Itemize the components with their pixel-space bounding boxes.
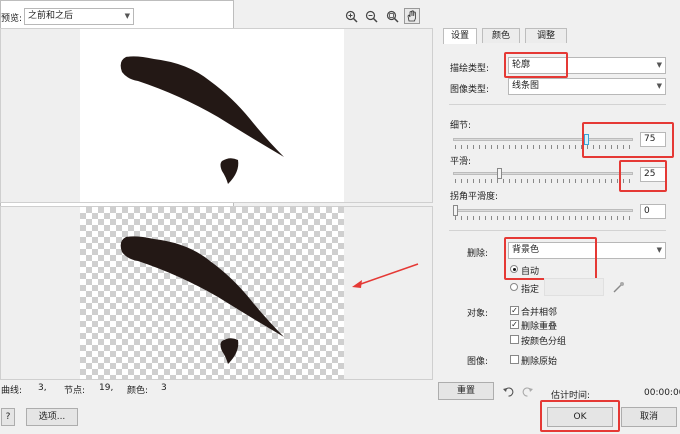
reset-button[interactable]: 重置 xyxy=(438,382,494,400)
smooth-slider-ticks xyxy=(455,179,631,183)
image-type-label: 图像类型: xyxy=(450,85,490,95)
tab-adjust[interactable]: 调整 xyxy=(525,28,567,43)
preview-before-canvas xyxy=(80,29,344,202)
highlight-delete xyxy=(504,237,597,280)
nodes-value: 19, xyxy=(99,383,114,393)
tab-colors[interactable]: 颜色 xyxy=(482,28,520,43)
preview-label: 预览: xyxy=(1,14,23,24)
merge-adjacent-checkbox[interactable]: ✓ xyxy=(510,306,519,315)
chevron-down-icon: ▼ xyxy=(656,82,662,90)
brush-stroke-image xyxy=(120,56,284,184)
highlight-trace-type xyxy=(504,52,568,78)
merge-adjacent-label: 合并相邻 xyxy=(521,308,558,318)
delete-original-label: 删除原始 xyxy=(521,357,558,367)
chevron-down-icon: ▼ xyxy=(124,12,130,20)
trace-type-label: 描绘类型: xyxy=(450,64,490,74)
delete-original-checkbox[interactable] xyxy=(510,355,519,364)
cancel-button[interactable]: 取消 xyxy=(621,407,677,427)
corner-value-input[interactable]: 0 xyxy=(640,204,666,219)
remove-overlap-label: 删除重叠 xyxy=(521,322,558,332)
preview-after-pane[interactable] xyxy=(0,206,433,380)
image-type-value: 线条图 xyxy=(512,81,540,91)
curves-value: 3, xyxy=(38,383,47,393)
corner-smoothness-label: 拐角平滑度: xyxy=(450,192,499,202)
specify-label: 指定 xyxy=(521,285,540,295)
nodes-label: 节点: xyxy=(64,386,86,396)
image-type-select[interactable]: 线条图 ▼ xyxy=(508,78,666,95)
remove-overlap-checkbox[interactable]: ✓ xyxy=(510,320,519,329)
hand-icon[interactable] xyxy=(404,8,420,24)
highlight-ok xyxy=(540,400,620,432)
group-by-color-label: 按颜色分组 xyxy=(521,337,567,347)
zoom-out-icon[interactable] xyxy=(363,8,379,24)
smooth-label: 平滑: xyxy=(450,157,472,167)
detail-label: 细节: xyxy=(450,121,472,131)
color-swatch[interactable] xyxy=(544,278,604,296)
corner-slider-track[interactable] xyxy=(453,209,633,212)
preview-mode-value: 之前和之后 xyxy=(28,11,74,21)
preview-after-canvas xyxy=(80,207,344,379)
colors-value: 3 xyxy=(161,383,167,393)
estimate-value: 00:00:00 xyxy=(644,388,680,398)
eyedropper-icon[interactable] xyxy=(612,281,625,297)
chevron-down-icon: ▼ xyxy=(656,61,662,69)
annotation-arrow-icon xyxy=(352,263,419,288)
smooth-slider-thumb[interactable] xyxy=(496,168,502,179)
corner-slider-ticks xyxy=(455,216,631,220)
image-label: 图像: xyxy=(467,357,489,367)
colors-label: 颜色: xyxy=(127,386,149,396)
help-button[interactable]: ? xyxy=(1,408,15,426)
delete-label: 删除: xyxy=(467,249,489,259)
zoom-fit-icon[interactable] xyxy=(384,8,400,24)
tab-settings[interactable]: 设置 xyxy=(443,28,477,44)
traced-stroke-image xyxy=(120,236,284,364)
corner-slider-thumb[interactable] xyxy=(453,205,458,216)
separator xyxy=(449,230,666,231)
redo-icon[interactable] xyxy=(521,385,534,401)
chevron-down-icon: ▼ xyxy=(656,246,662,254)
highlight-smooth xyxy=(619,160,667,192)
separator xyxy=(449,104,666,105)
curves-label: 曲线: xyxy=(1,386,23,396)
smooth-slider-track[interactable] xyxy=(453,172,633,175)
options-button[interactable]: 选项... xyxy=(26,408,78,426)
undo-icon[interactable] xyxy=(502,385,515,401)
zoom-in-icon[interactable] xyxy=(343,8,359,24)
specify-radio[interactable] xyxy=(510,283,518,291)
objects-label: 对象: xyxy=(467,309,489,319)
preview-before-pane[interactable] xyxy=(0,28,433,203)
group-by-color-checkbox[interactable] xyxy=(510,335,519,344)
preview-mode-select[interactable]: 之前和之后 ▼ xyxy=(24,8,134,25)
highlight-detail xyxy=(582,122,674,158)
